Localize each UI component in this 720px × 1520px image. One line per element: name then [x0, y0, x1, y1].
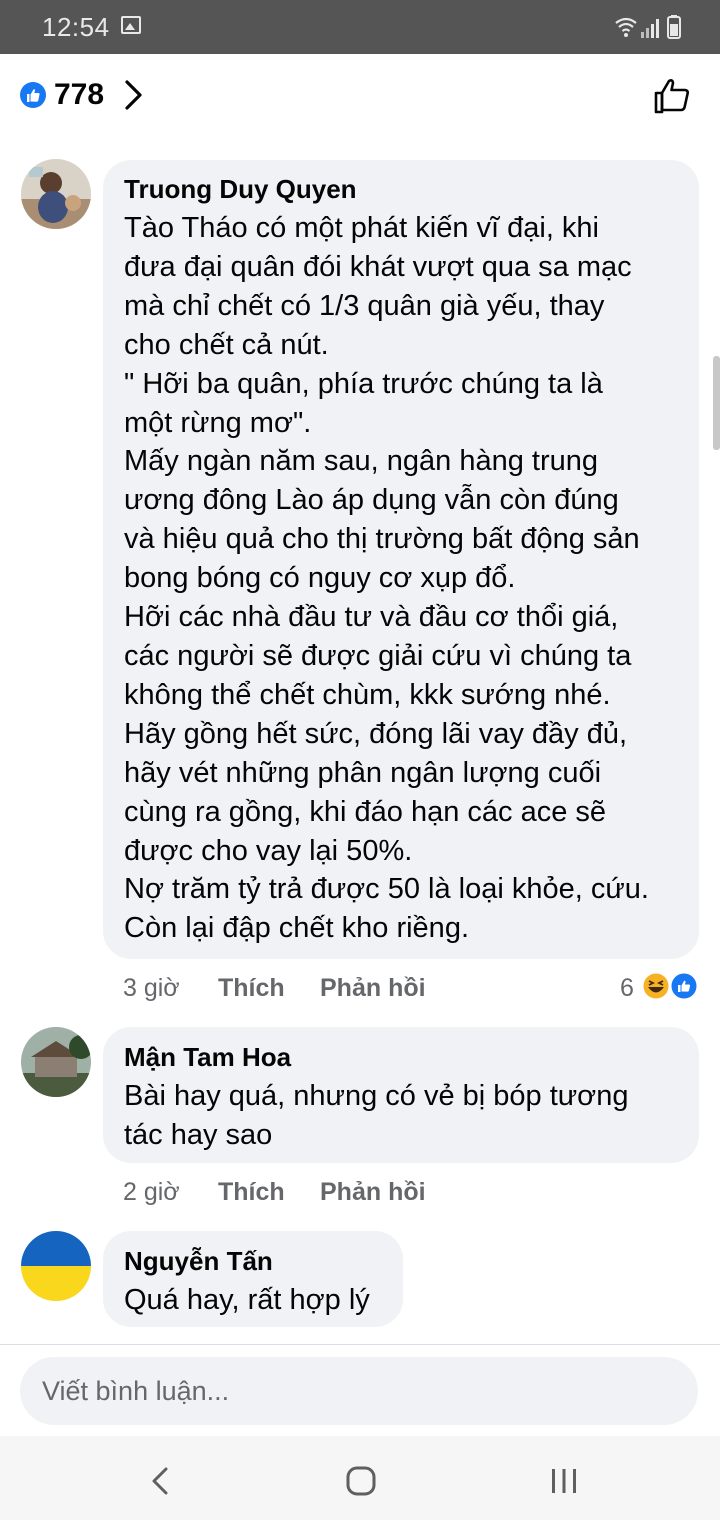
like-count[interactable]: 778 [54, 78, 104, 112]
comment-input[interactable]: Viết bình luận... [20, 1357, 698, 1425]
comment-author[interactable]: Truong Duy Quyen [124, 174, 357, 205]
comment-time: 2 giờ [123, 1178, 180, 1206]
home-icon[interactable] [345, 1466, 377, 1496]
comment-composer: Viết bình luận... [0, 1344, 720, 1437]
comment-text: Bài hay quá, nhưng có vẻ bị bóp tương tá… [124, 1080, 629, 1151]
comment-text: Quá hay, rất hợp lý [124, 1284, 370, 1316]
status-time: 12:54 [42, 12, 110, 42]
comment-text: Tào Tháo có một phát kiến vĩ đại, khi đư… [124, 212, 649, 945]
haha-like-reactions-icon[interactable] [641, 971, 699, 1001]
reactions-header [0, 54, 720, 140]
reply-button[interactable]: Phản hồi [320, 974, 426, 1003]
avatar[interactable] [21, 1231, 91, 1301]
back-icon[interactable] [148, 1466, 172, 1496]
recent-apps-icon[interactable] [549, 1466, 579, 1496]
reply-button[interactable]: Phản hồi [320, 1178, 426, 1207]
thumbs-up-icon[interactable] [652, 76, 692, 116]
avatar[interactable] [21, 159, 91, 229]
like-comment-button[interactable]: Thích [218, 974, 285, 1003]
signal-battery-icon [615, 15, 681, 39]
like-reaction-icon [20, 82, 46, 108]
system-navigation-bar [0, 1436, 720, 1520]
comment-author[interactable]: Nguyễn Tấn [124, 1246, 273, 1277]
scrollbar-thumb[interactable] [713, 356, 720, 450]
comment-time: 3 giờ [123, 974, 180, 1002]
avatar[interactable] [21, 1027, 91, 1097]
like-comment-button[interactable]: Thích [218, 1178, 285, 1207]
chevron-right-icon[interactable] [122, 78, 146, 112]
reaction-count[interactable]: 6 [620, 974, 634, 1003]
gallery-notification-icon [121, 16, 141, 34]
comment-author[interactable]: Mận Tam Hoa [124, 1042, 291, 1073]
status-bar: 12:54 [0, 0, 720, 54]
